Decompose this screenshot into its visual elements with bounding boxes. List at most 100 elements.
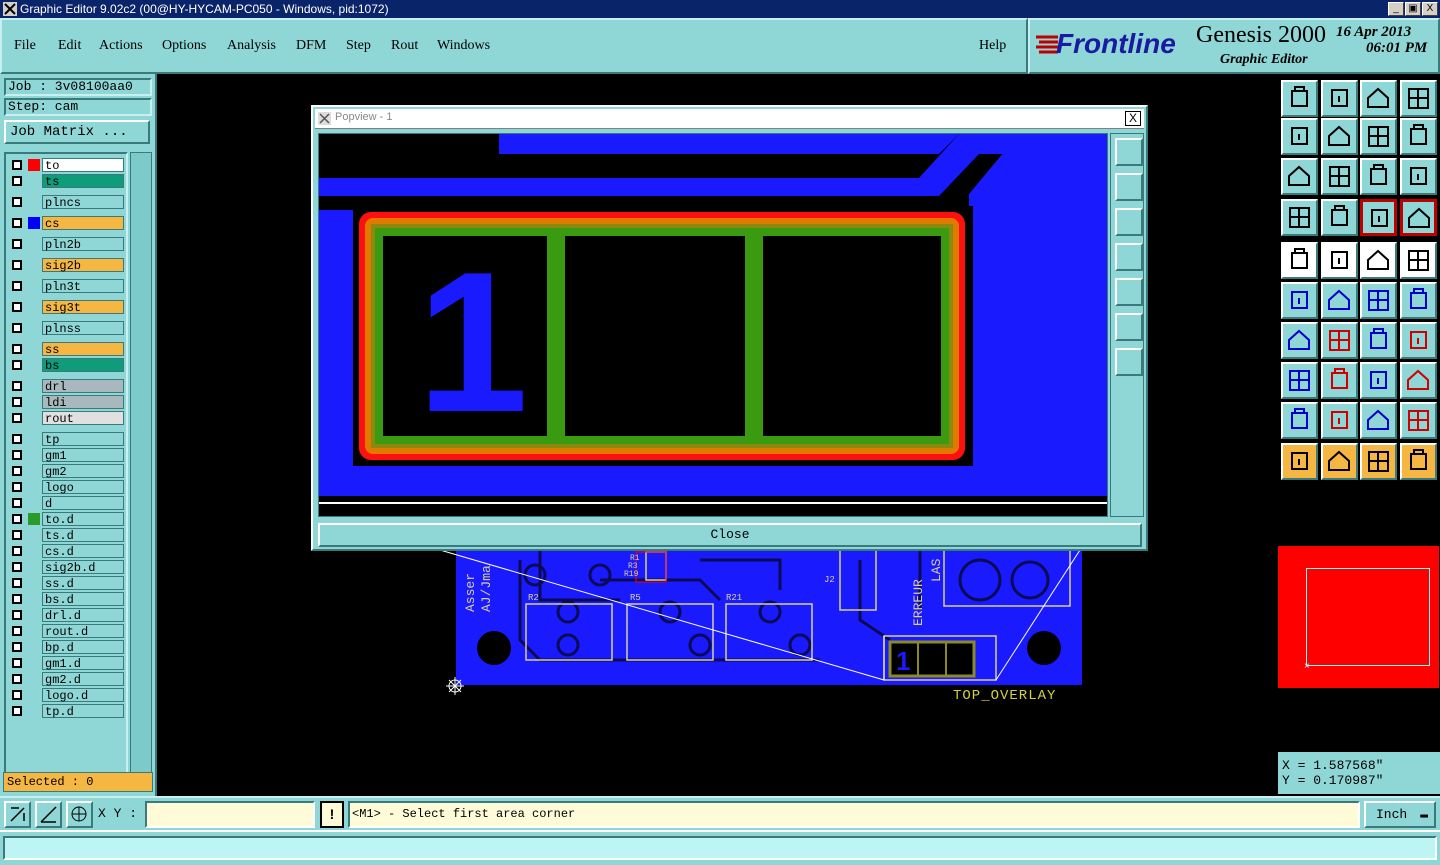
job-matrix-button[interactable]: Job Matrix ... [4, 120, 150, 144]
layer-list-scrollbar[interactable] [130, 152, 152, 792]
region-icon[interactable] [1400, 402, 1437, 439]
popview-fit-icon[interactable] [1115, 313, 1143, 341]
layer-name[interactable]: to.d [42, 512, 124, 527]
layer-row-gm2-d[interactable]: gm2.d [8, 672, 126, 687]
layer-color-swatch[interactable] [28, 513, 40, 525]
layer-row-to[interactable]: to [8, 158, 126, 173]
layer-name[interactable]: bs.d [42, 592, 124, 607]
layer-checkbox[interactable] [12, 397, 22, 407]
layer-row-bs[interactable]: bs [8, 358, 126, 373]
layer-color-swatch[interactable] [28, 217, 40, 229]
popview-zoom-icon[interactable] [1115, 138, 1143, 166]
draw-icon[interactable] [1321, 242, 1358, 279]
line-icon[interactable] [1321, 322, 1358, 359]
exclaim-button[interactable]: ! [320, 801, 344, 828]
layer-row-ss-d[interactable]: ss.d [8, 576, 126, 591]
layer-row-logo[interactable]: logo [8, 480, 126, 495]
polygon-icon[interactable] [1321, 402, 1358, 439]
layer-row-ss[interactable]: ss [8, 342, 126, 357]
fill-icon[interactable] [1400, 242, 1437, 279]
layer-color-swatch[interactable] [28, 159, 40, 171]
layer-name[interactable]: ldi [42, 395, 124, 410]
layer-checkbox[interactable] [12, 323, 22, 333]
layer-name[interactable]: bp.d [42, 640, 124, 655]
layer-checkbox[interactable] [12, 302, 22, 312]
layer-checkbox[interactable] [12, 381, 22, 391]
layer-name[interactable]: gm2.d [42, 672, 124, 687]
layer-row-ldi[interactable]: ldi [8, 395, 126, 410]
menu-dfm[interactable]: DFM [296, 38, 326, 54]
layer-checkbox[interactable] [12, 482, 22, 492]
layer-checkbox[interactable] [12, 360, 22, 370]
popview-left-icon[interactable] [1115, 243, 1143, 271]
layer-checkbox[interactable] [12, 197, 22, 207]
shapes-icon[interactable] [1400, 362, 1437, 399]
layer-name[interactable]: logo.d [42, 688, 124, 703]
layer-row-ts-d[interactable]: ts.d [8, 528, 126, 543]
popview-up-icon[interactable] [1115, 173, 1143, 201]
path-icon[interactable] [1400, 443, 1437, 480]
layer-row-sig2b-d[interactable]: sig2b.d [8, 560, 126, 575]
zoom-in-icon[interactable] [1321, 80, 1358, 117]
layer-checkbox[interactable] [12, 498, 22, 508]
layer-row-cs-d[interactable]: cs.d [8, 544, 126, 559]
help-icon[interactable] [1400, 158, 1437, 195]
grid-icon[interactable] [1321, 199, 1358, 236]
layer-row-cs[interactable]: cs [8, 216, 126, 231]
layer-checkbox[interactable] [12, 626, 22, 636]
layer-checkbox[interactable] [12, 413, 22, 423]
layer-row-drl[interactable]: drl [8, 379, 126, 394]
layer-name[interactable]: ss [42, 342, 124, 357]
layer-checkbox[interactable] [12, 690, 22, 700]
layer-row-pln2b[interactable]: pln2b [8, 237, 126, 252]
layer-checkbox[interactable] [12, 562, 22, 572]
pan-right-icon[interactable] [1321, 118, 1358, 155]
layers-icon[interactable] [1360, 199, 1397, 236]
layer-row-bs-d[interactable]: bs.d [8, 592, 126, 607]
layer-name[interactable]: rout.d [42, 624, 124, 639]
layer-name[interactable]: to [42, 158, 124, 173]
layer-checkbox[interactable] [12, 546, 22, 556]
link-icon[interactable] [1360, 282, 1397, 319]
layer-name[interactable]: pln2b [42, 237, 124, 252]
popview-titlebar[interactable]: Popview - 1 X [315, 109, 1144, 129]
size-icon[interactable] [1360, 362, 1397, 399]
layer-name[interactable]: drl.d [42, 608, 124, 623]
layer-row-bp-d[interactable]: bp.d [8, 640, 126, 655]
select-point-icon[interactable] [1281, 242, 1318, 279]
cursor-icon[interactable] [1281, 443, 1318, 480]
layer-checkbox[interactable] [12, 706, 22, 716]
layer-row-to-d[interactable]: to.d [8, 512, 126, 527]
center-icon[interactable] [1321, 158, 1358, 195]
menu-edit[interactable]: Edit [58, 38, 81, 54]
highlight-icon[interactable] [1400, 199, 1437, 236]
layer-name[interactable]: plnss [42, 321, 124, 336]
layer-row-tp-d[interactable]: tp.d [8, 704, 126, 719]
snap-icon[interactable] [1400, 118, 1437, 155]
angle-icon[interactable] [1281, 322, 1318, 359]
grid-snap-icon[interactable] [66, 801, 93, 828]
popview-close-x-button[interactable]: X [1125, 111, 1141, 126]
layer-name[interactable]: sig2b [42, 258, 124, 273]
swap-icon[interactable] [1360, 118, 1397, 155]
units-selector[interactable]: Inch ▬ [1364, 801, 1436, 828]
layer-name[interactable]: drl [42, 379, 124, 394]
layer-name[interactable]: sig2b.d [42, 560, 124, 575]
layer-row-tp[interactable]: tp [8, 432, 126, 447]
menu-actions[interactable]: Actions [99, 38, 143, 54]
layer-checkbox[interactable] [12, 674, 22, 684]
pad-icon[interactable] [1281, 362, 1318, 399]
arc-icon[interactable] [1360, 322, 1397, 359]
menu-rout[interactable]: Rout [391, 38, 418, 54]
menu-analysis[interactable]: Analysis [227, 38, 276, 54]
layer-row-gm1-d[interactable]: gm1.d [8, 656, 126, 671]
layer-checkbox[interactable] [12, 344, 22, 354]
window-icon[interactable] [1400, 80, 1437, 117]
layer-row-plncs[interactable]: plncs [8, 195, 126, 210]
cursor-circle-icon[interactable] [1360, 443, 1397, 480]
popview-close-button[interactable]: Close [318, 523, 1142, 547]
layer-checkbox[interactable] [12, 218, 22, 228]
close-window-button[interactable]: X [1422, 2, 1438, 16]
layer-name[interactable]: tp [42, 432, 124, 447]
minimize-button[interactable]: _ [1388, 2, 1404, 16]
